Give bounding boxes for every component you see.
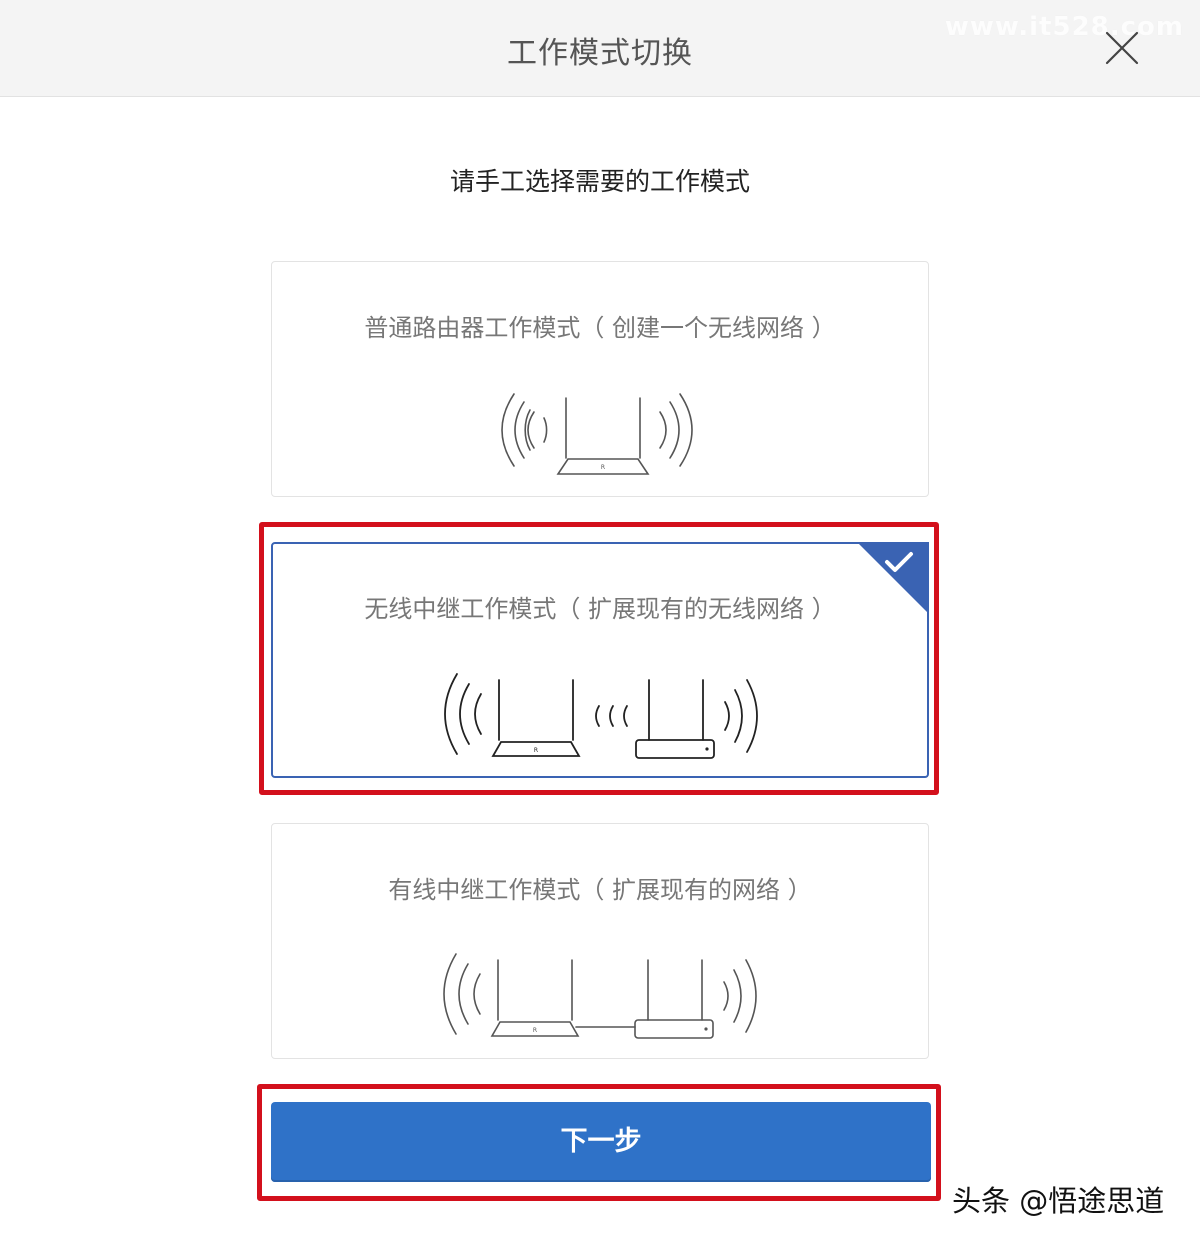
footer-watermark: 头条 @悟途思道 — [952, 1184, 1165, 1218]
watermark-top: www.it528.com — [944, 12, 1184, 42]
svg-text:R: R — [533, 1027, 537, 1034]
wired-repeater-illustration-icon: R — [443, 953, 757, 1039]
mode-card-wired-repeater[interactable]: 有线中继工作模式（ 扩展现有的网络 ） R — [271, 823, 929, 1059]
wireless-repeater-illustration-icon: R — [444, 673, 758, 759]
selected-check-icon — [857, 542, 929, 614]
next-step-button[interactable]: 下一步 — [271, 1102, 931, 1182]
close-button[interactable] — [1100, 26, 1144, 70]
router-illustration-icon: R — [501, 393, 693, 475]
close-icon — [1105, 31, 1139, 65]
svg-text:R: R — [534, 747, 538, 754]
mode-card-wireless-repeater[interactable]: 无线中继工作模式（ 扩展现有的无线网络 ） R — [271, 542, 929, 778]
svg-text:R: R — [601, 464, 605, 471]
mode-card-router[interactable]: 普通路由器工作模式（ 创建一个无线网络 ） R — [271, 261, 929, 497]
page-subtitle: 请手工选择需要的工作模式 — [449, 167, 750, 196]
dialog-header: 工作模式切换 www.it528.com — [0, 0, 1200, 97]
